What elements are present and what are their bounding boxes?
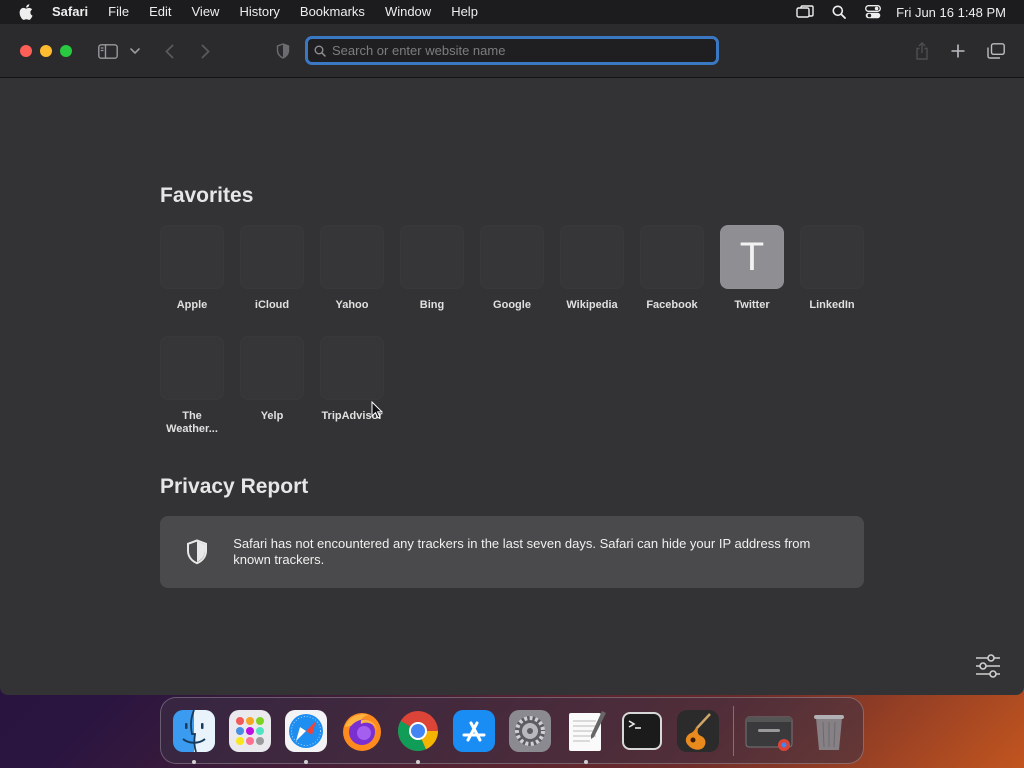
safari-window: Favorites Apple iCloud Yahoo Bing Google…: [0, 24, 1024, 695]
favorite-tile: [320, 336, 384, 400]
favorite-yelp[interactable]: Yelp: [232, 336, 312, 423]
finder-icon[interactable]: [169, 706, 219, 764]
favorite-tile: [240, 336, 304, 400]
forward-chevron-icon[interactable]: [196, 39, 214, 63]
favorite-tile: [800, 225, 864, 289]
chrome-icon[interactable]: [393, 706, 443, 764]
menu-app-safari[interactable]: Safari: [52, 0, 98, 24]
menu-view[interactable]: View: [182, 0, 230, 24]
search-icon: [314, 45, 326, 57]
favorite-google[interactable]: Google: [472, 225, 552, 312]
favorite-label: Yelp: [260, 410, 284, 422]
menu-edit[interactable]: Edit: [139, 0, 181, 24]
address-bar[interactable]: [305, 36, 719, 65]
customize-start-page-icon[interactable]: [974, 654, 1002, 683]
favorite-tile: [480, 225, 544, 289]
favorite-tile: [240, 225, 304, 289]
running-indicator: [584, 759, 588, 764]
safari-icon[interactable]: [281, 706, 331, 764]
screen-mirroring-icon[interactable]: [788, 0, 822, 24]
dock: [160, 697, 864, 764]
chrome-window-icon[interactable]: [742, 706, 798, 756]
privacy-report-text: Safari has not encountered any trackers …: [233, 536, 811, 567]
sidebar-toggle-icon[interactable]: [96, 39, 120, 63]
menu-window[interactable]: Window: [375, 0, 441, 24]
app-store-icon[interactable]: [449, 706, 499, 756]
system-settings-icon[interactable]: [505, 706, 555, 756]
running-indicator: [192, 759, 196, 764]
favorite-label: LinkedIn: [809, 299, 855, 311]
favorite-label: Google: [493, 299, 531, 311]
favorite-the-weather-channel[interactable]: The Weather...: [152, 336, 232, 436]
apple-menu-icon[interactable]: [0, 0, 52, 24]
share-icon[interactable]: [912, 39, 932, 63]
privacy-report-card[interactable]: Safari has not encountered any trackers …: [160, 516, 864, 588]
close-window-button[interactable]: [20, 45, 32, 57]
favorite-label: Apple: [176, 299, 208, 311]
menu-history[interactable]: History: [229, 0, 289, 24]
favorite-label: Facebook: [646, 299, 698, 311]
privacy-shield-icon[interactable]: [274, 39, 292, 63]
menu-bar-clock[interactable]: Fri Jun 16 1:48 PM: [896, 5, 1006, 20]
zoom-window-button[interactable]: [60, 45, 72, 57]
address-input[interactable]: [332, 43, 716, 58]
favorite-twitter[interactable]: T Twitter: [712, 225, 792, 312]
favorite-label: Bing: [419, 299, 445, 311]
running-indicator: [304, 759, 308, 764]
favorite-label: Yahoo: [335, 299, 369, 311]
start-page: Favorites Apple iCloud Yahoo Bing Google…: [0, 78, 1024, 695]
favorite-label: iCloud: [254, 299, 290, 311]
control-center-icon[interactable]: [856, 0, 890, 24]
favorite-linkedin[interactable]: LinkedIn: [792, 225, 872, 312]
favorite-bing[interactable]: Bing: [392, 225, 472, 312]
launchpad-icon[interactable]: [225, 706, 275, 756]
favorite-tile: [400, 225, 464, 289]
firefox-icon[interactable]: [337, 706, 387, 756]
favorite-tile: [560, 225, 624, 289]
back-chevron-icon[interactable]: [160, 39, 178, 63]
privacy-report-title: Privacy Report: [160, 475, 309, 498]
favorite-label: Twitter: [734, 299, 770, 311]
garageband-icon[interactable]: [673, 706, 723, 756]
menu-bookmarks[interactable]: Bookmarks: [290, 0, 375, 24]
favorite-label: Wikipedia: [566, 299, 618, 311]
favorite-tile: [640, 225, 704, 289]
favorite-wikipedia[interactable]: Wikipedia: [552, 225, 632, 312]
tab-group-chevron-down-icon[interactable]: [128, 39, 142, 63]
favorite-tile: [160, 225, 224, 289]
privacy-shield-icon: [160, 539, 233, 565]
dock-separator: [733, 705, 734, 756]
favorite-tile: [320, 225, 384, 289]
mouse-pointer-icon: [371, 400, 384, 424]
favorite-icloud[interactable]: iCloud: [232, 225, 312, 312]
menu-help[interactable]: Help: [441, 0, 488, 24]
favorite-yahoo[interactable]: Yahoo: [312, 225, 392, 312]
terminal-icon[interactable]: [617, 706, 667, 756]
minimize-window-button[interactable]: [40, 45, 52, 57]
running-indicator: [416, 759, 420, 764]
favorite-label: The Weather...: [166, 410, 218, 435]
favorite-apple[interactable]: Apple: [152, 225, 232, 312]
tab-overview-icon[interactable]: [985, 39, 1007, 63]
menu-file[interactable]: File: [98, 0, 139, 24]
trash-icon[interactable]: [804, 706, 854, 756]
new-tab-plus-icon[interactable]: [948, 39, 968, 63]
textedit-icon[interactable]: [561, 706, 611, 764]
menu-bar: Safari File Edit View History Bookmarks …: [0, 0, 1024, 24]
favorites-title: Favorites: [160, 184, 254, 207]
favorite-tile-letter: T: [720, 225, 784, 289]
favorite-tile: [160, 336, 224, 400]
spotlight-search-icon[interactable]: [822, 0, 856, 24]
toolbar: [0, 24, 1024, 78]
favorite-facebook[interactable]: Facebook: [632, 225, 712, 312]
